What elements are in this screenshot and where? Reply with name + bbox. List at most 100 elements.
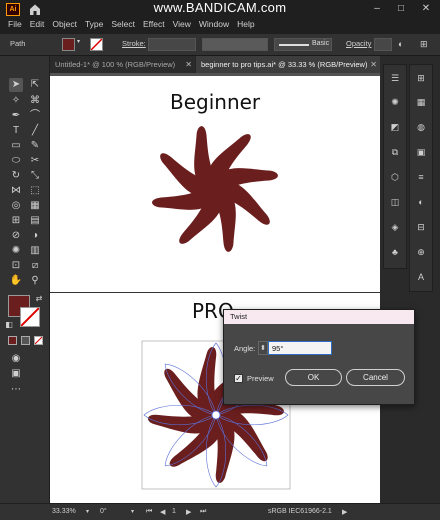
brushes-icon[interactable]: ▦ [414, 95, 428, 109]
chevron-down-icon[interactable]: ▾ [131, 508, 134, 515]
cancel-button[interactable]: Cancel [346, 369, 405, 386]
gradient-tool-icon[interactable]: ▤ [28, 214, 42, 228]
appearance-icon[interactable]: ◫ [388, 195, 402, 209]
menu-select[interactable]: Select [107, 19, 139, 29]
properties-icon[interactable]: ☰ [388, 71, 402, 85]
close-icon[interactable]: ✕ [370, 56, 377, 73]
transform-panel-icon[interactable]: ⊕ [414, 245, 428, 259]
close-button[interactable]: ✕ [419, 3, 433, 15]
graph-tool-icon[interactable]: ▥ [28, 244, 42, 258]
zoom-level[interactable]: 33.33% [52, 508, 76, 515]
line-tool-icon[interactable]: ╱ [28, 124, 42, 138]
artboard-number[interactable]: 1 [172, 508, 176, 515]
swap-fill-stroke-icon[interactable]: ⇄ [32, 292, 46, 306]
edit-toolbar-icon[interactable]: ⋯ [9, 383, 23, 397]
last-artboard-icon[interactable]: ⏭ [200, 508, 206, 516]
draw-mode-icon[interactable]: ◉ [9, 352, 23, 366]
free-transform-icon[interactable]: ⬚ [28, 184, 42, 198]
opacity-label[interactable]: Opacity [346, 39, 371, 48]
color-guide-icon[interactable]: ✺ [388, 95, 402, 109]
opacity-field[interactable] [374, 38, 392, 51]
ok-button[interactable]: OK [285, 369, 342, 386]
curvature-tool-icon[interactable]: ⌒ [28, 109, 42, 123]
preview-label[interactable]: Preview [247, 374, 274, 383]
screen-mode-icon[interactable]: ▣ [9, 367, 23, 381]
character-panel-icon[interactable]: A [414, 270, 428, 284]
3d-object-icon[interactable]: ⬡ [388, 170, 402, 184]
stroke-swatch[interactable] [90, 38, 103, 51]
width-tool-icon[interactable]: ⋈ [9, 184, 23, 198]
next-artboard-icon[interactable]: ▶ [186, 508, 191, 516]
menu-file[interactable]: File [4, 19, 26, 29]
gradient-panel-icon[interactable]: ◐ [414, 195, 428, 209]
blend-tool-icon[interactable]: ◑ [28, 229, 42, 243]
previous-artboard-icon[interactable]: ◀ [160, 508, 165, 516]
canvas[interactable]: Beginner PRO [50, 73, 380, 503]
variable-width-profile[interactable] [202, 38, 268, 51]
none-mode-icon[interactable] [34, 336, 43, 345]
minimize-button[interactable]: – [370, 3, 384, 15]
artboard-tool-icon[interactable]: ⊡ [9, 259, 23, 273]
brush-definition-dropdown[interactable]: Basic [274, 38, 332, 51]
menu-object[interactable]: Object [48, 19, 81, 29]
color-mode-icon[interactable] [8, 336, 17, 345]
stroke-panel-icon[interactable]: ≡ [414, 170, 428, 184]
maximize-button[interactable]: □ [394, 3, 408, 15]
default-colors-icon[interactable]: ◧ [2, 318, 16, 332]
layers-icon[interactable]: ◈ [388, 220, 402, 234]
beginner-heading[interactable]: Beginner [170, 90, 260, 114]
recolor-icon[interactable]: ◐ [398, 39, 403, 49]
transparency-icon[interactable]: ◩ [388, 120, 402, 134]
swatches-icon[interactable]: ⊞ [414, 71, 428, 85]
chevron-down-icon[interactable]: ▾ [86, 508, 89, 515]
menu-type[interactable]: Type [81, 19, 107, 29]
stroke-weight-field[interactable] [148, 38, 196, 51]
rotation-value[interactable]: 0° [100, 508, 107, 515]
preview-checkbox[interactable]: ✓ [234, 374, 243, 383]
first-artboard-icon[interactable]: ⏮ [146, 508, 152, 516]
dialog-title[interactable]: Twist [224, 310, 414, 324]
pathfinder-icon[interactable]: ⧉ [388, 145, 402, 159]
menu-window[interactable]: Window [195, 19, 233, 29]
angle-stepper[interactable]: ⬍ [258, 341, 268, 355]
symbol-sprayer-icon[interactable]: ✺ [9, 244, 23, 258]
chevron-down-icon[interactable]: ▾ [77, 38, 80, 45]
fill-swatch[interactable] [62, 38, 75, 51]
shape-builder-icon[interactable]: ◎ [9, 199, 23, 213]
hand-tool-icon[interactable]: ✋ [9, 274, 23, 288]
artboard-beginner[interactable]: Beginner [50, 76, 380, 292]
mesh-tool-icon[interactable]: ⊞ [9, 214, 23, 228]
simple-twisted-flower[interactable] [140, 114, 290, 264]
perspective-grid-icon[interactable]: ▦ [28, 199, 42, 213]
symbols-icon[interactable]: ◍ [414, 120, 428, 134]
menu-edit[interactable]: Edit [26, 19, 49, 29]
scissors-icon[interactable]: ✂ [28, 154, 42, 168]
direct-selection-tool-icon[interactable]: ⇱ [28, 78, 42, 92]
stroke-color-box[interactable] [20, 307, 40, 327]
rotate-tool-icon[interactable]: ↻ [9, 169, 23, 183]
close-icon[interactable]: ✕ [185, 56, 192, 73]
align-panel-icon[interactable]: ⊟ [414, 220, 428, 234]
gradient-mode-icon[interactable] [21, 336, 30, 345]
selection-tool-icon[interactable]: ➤ [9, 78, 23, 92]
rectangle-tool-icon[interactable]: ▭ [9, 139, 23, 153]
magic-wand-icon[interactable]: ✧ [9, 94, 23, 108]
graphic-styles-icon[interactable]: ▣ [414, 145, 428, 159]
zoom-tool-icon[interactable]: ⚲ [28, 274, 42, 288]
home-icon[interactable] [28, 3, 42, 16]
libraries-icon[interactable]: ♣ [388, 245, 402, 259]
scale-tool-icon[interactable]: ⤡ [28, 169, 42, 183]
eyedropper-icon[interactable]: ⊘ [9, 229, 23, 243]
type-tool-icon[interactable]: T [9, 124, 23, 138]
menu-view[interactable]: View [169, 19, 195, 29]
shaper-tool-icon[interactable]: ⬭ [9, 154, 23, 168]
pen-tool-icon[interactable]: ✒ [9, 109, 23, 123]
slice-tool-icon[interactable]: ⧄ [28, 259, 42, 273]
align-icon[interactable]: ⊞ [420, 39, 428, 50]
menu-effect[interactable]: Effect [139, 19, 169, 29]
paintbrush-icon[interactable]: ✎ [28, 139, 42, 153]
tab-beginner-to-pro[interactable]: beginner to pro tips.ai* @ 33.33 % (RGB/… [196, 56, 380, 73]
status-menu-icon[interactable]: ▶ [342, 508, 347, 516]
menu-help[interactable]: Help [233, 19, 258, 29]
stroke-label[interactable]: Stroke: [122, 39, 146, 48]
